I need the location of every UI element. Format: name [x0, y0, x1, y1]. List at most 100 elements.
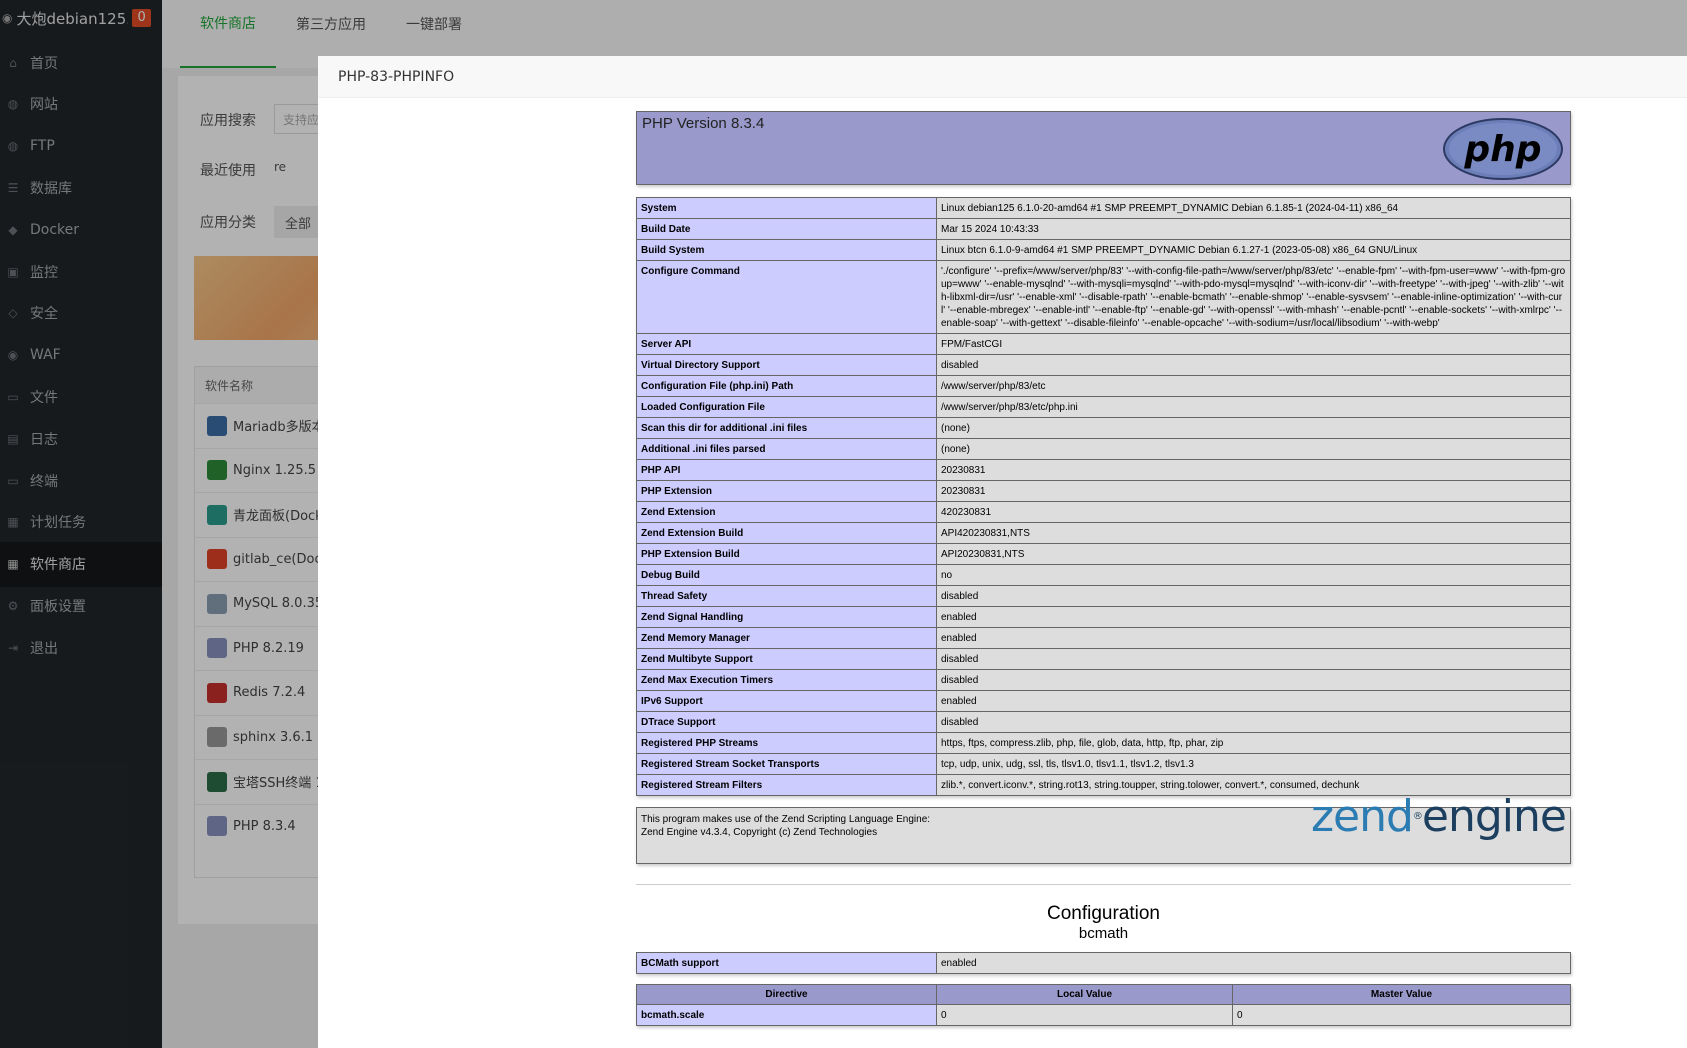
info-key: Loaded Configuration File: [636, 396, 937, 418]
info-key: Zend Extension: [636, 501, 937, 523]
table-row: Configuration File (php.ini) Path/www/se…: [636, 375, 1571, 397]
info-value: Linux btcn 6.1.0-9-amd64 #1 SMP PREEMPT_…: [936, 239, 1571, 261]
info-key: Server API: [636, 333, 937, 355]
local-value-header: Local Value: [936, 984, 1233, 1005]
info-value: enabled: [936, 690, 1571, 712]
info-value: disabled: [936, 585, 1571, 607]
table-row: Scan this dir for additional .ini files(…: [636, 417, 1571, 439]
php-info-table: System Linux debian125 6.1.0-20-amd64 #1 …: [636, 197, 1571, 796]
info-value: no: [936, 564, 1571, 586]
info-key: Zend Multibyte Support: [636, 648, 937, 670]
local-value: 0: [936, 1004, 1233, 1026]
info-key: Build System: [636, 239, 937, 261]
info-key: Zend Memory Manager: [636, 627, 937, 649]
bcmath-heading: bcmath: [1078, 925, 1129, 942]
table-row: IPv6 Support enabled: [636, 690, 1571, 712]
directive-header-row: Directive Local Value Master Value: [636, 984, 1571, 1005]
info-key: Zend Extension Build: [636, 522, 937, 544]
info-value: disabled: [936, 711, 1571, 733]
info-key: Zend Signal Handling: [636, 606, 937, 628]
table-row: DTrace Support disabled: [636, 711, 1571, 733]
info-value: /www/server/php/83/etc: [936, 375, 1571, 397]
table-row: bcmath.scale 0 0: [636, 1004, 1571, 1026]
table-row: Thread Safety disabled: [636, 585, 1571, 607]
info-key: Registered Stream Filters: [636, 774, 937, 796]
info-value: './configure' '--prefix=/www/server/php/…: [936, 260, 1571, 334]
directive-table: Directive Local Value Master Value bcmat…: [636, 984, 1571, 1026]
table-row: Registered PHP Streams https, ftps, compr…: [636, 732, 1571, 754]
info-key: Debug Build: [636, 564, 937, 586]
info-key: Registered Stream Socket Transports: [636, 753, 937, 775]
directive-header: Directive: [636, 984, 937, 1005]
table-row: Zend Signal Handling enabled: [636, 606, 1571, 628]
table-row: Loaded Configuration File/www/server/php…: [636, 396, 1571, 418]
divider: [636, 884, 1571, 885]
table-row: Registered Stream Socket Transports tcp, …: [636, 753, 1571, 775]
info-key: Scan this dir for additional .ini files: [636, 417, 937, 439]
modal-title: PHP-83-PHPINFO: [318, 56, 1687, 98]
configuration-heading: Configuration: [1046, 903, 1161, 924]
phpinfo-content: PHP Version 8.3.4 php System Linux debian…: [636, 111, 1571, 1026]
php-version-header: PHP Version 8.3.4 php: [636, 111, 1571, 185]
info-value: /www/server/php/83/etc/php.ini: [936, 396, 1571, 418]
php-version: PHP Version 8.3.4: [642, 115, 765, 132]
zend-engine-logo-icon: zend®engine: [1310, 791, 1567, 842]
info-key: Thread Safety: [636, 585, 937, 607]
directive-key: bcmath.scale: [636, 1004, 937, 1026]
table-row: Additional .ini files parsed (none): [636, 438, 1571, 460]
info-value: disabled: [936, 669, 1571, 691]
table-row: Server API FPM/FastCGI: [636, 333, 1571, 355]
master-value: 0: [1232, 1004, 1571, 1026]
info-value: API20230831,NTS: [936, 543, 1571, 565]
info-value: (none): [936, 417, 1571, 439]
info-value: Linux debian125 6.1.0-20-amd64 #1 SMP PR…: [936, 197, 1571, 219]
info-key: Configuration File (php.ini) Path: [636, 375, 937, 397]
phpinfo-modal: PHP-83-PHPINFO PHP Version 8.3.4 php Sys…: [318, 56, 1687, 1048]
info-key: System: [636, 197, 937, 219]
table-row: Zend Max Execution Timers disabled: [636, 669, 1571, 691]
info-value: 420230831: [936, 501, 1571, 523]
info-value: disabled: [936, 648, 1571, 670]
info-key: Registered PHP Streams: [636, 732, 937, 754]
table-row: Zend Extension 420230831: [636, 501, 1571, 523]
info-key: Build Date: [636, 218, 937, 240]
master-value-header: Master Value: [1232, 984, 1571, 1005]
bcmath-support-value: enabled: [936, 952, 1571, 974]
table-row: PHP Extension 20230831: [636, 480, 1571, 502]
php-logo-icon: php: [1443, 118, 1563, 180]
table-row: Build Date Mar 15 2024 10:43:33: [636, 218, 1571, 240]
info-key: PHP Extension: [636, 480, 937, 502]
info-value: Mar 15 2024 10:43:33: [936, 218, 1571, 240]
info-key: Zend Max Execution Timers: [636, 669, 937, 691]
info-key: Configure Command: [636, 260, 937, 334]
bcmath-table: BCMath support enabled: [636, 952, 1571, 974]
info-value: disabled: [936, 354, 1571, 376]
table-row: System Linux debian125 6.1.0-20-amd64 #1 …: [636, 197, 1571, 219]
info-value: https, ftps, compress.zlib, php, file, g…: [936, 732, 1571, 754]
table-row: Zend Multibyte Support disabled: [636, 648, 1571, 670]
info-value: tcp, udp, unix, udg, ssl, tls, tlsv1.0, …: [936, 753, 1571, 775]
table-row: Zend Memory Manager enabled: [636, 627, 1571, 649]
table-row: Build System Linux btcn 6.1.0-9-amd64 #1 …: [636, 239, 1571, 261]
info-value: API420230831,NTS: [936, 522, 1571, 544]
info-key: PHP API: [636, 459, 937, 481]
info-key: Additional .ini files parsed: [636, 438, 937, 460]
table-row: BCMath support enabled: [636, 952, 1571, 974]
info-key: Virtual Directory Support: [636, 354, 937, 376]
table-row: Virtual Directory Support disabled: [636, 354, 1571, 376]
info-value: FPM/FastCGI: [936, 333, 1571, 355]
table-row: Zend Extension Build API420230831,NTS: [636, 522, 1571, 544]
table-row: Debug Build no: [636, 564, 1571, 586]
table-row: PHP Extension Build API20230831,NTS: [636, 543, 1571, 565]
info-value: (none): [936, 438, 1571, 460]
info-value: 20230831: [936, 459, 1571, 481]
table-row: PHP API 20230831: [636, 459, 1571, 481]
svg-text:php: php: [1463, 129, 1541, 170]
bcmath-support-key: BCMath support: [636, 952, 937, 974]
info-key: DTrace Support: [636, 711, 937, 733]
zend-engine-box: This program makes use of the Zend Scrip…: [636, 791, 1571, 864]
info-value: enabled: [936, 606, 1571, 628]
info-key: IPv6 Support: [636, 690, 937, 712]
table-row: Configure Command './configure' '--prefix…: [636, 260, 1571, 334]
info-key: PHP Extension Build: [636, 543, 937, 565]
